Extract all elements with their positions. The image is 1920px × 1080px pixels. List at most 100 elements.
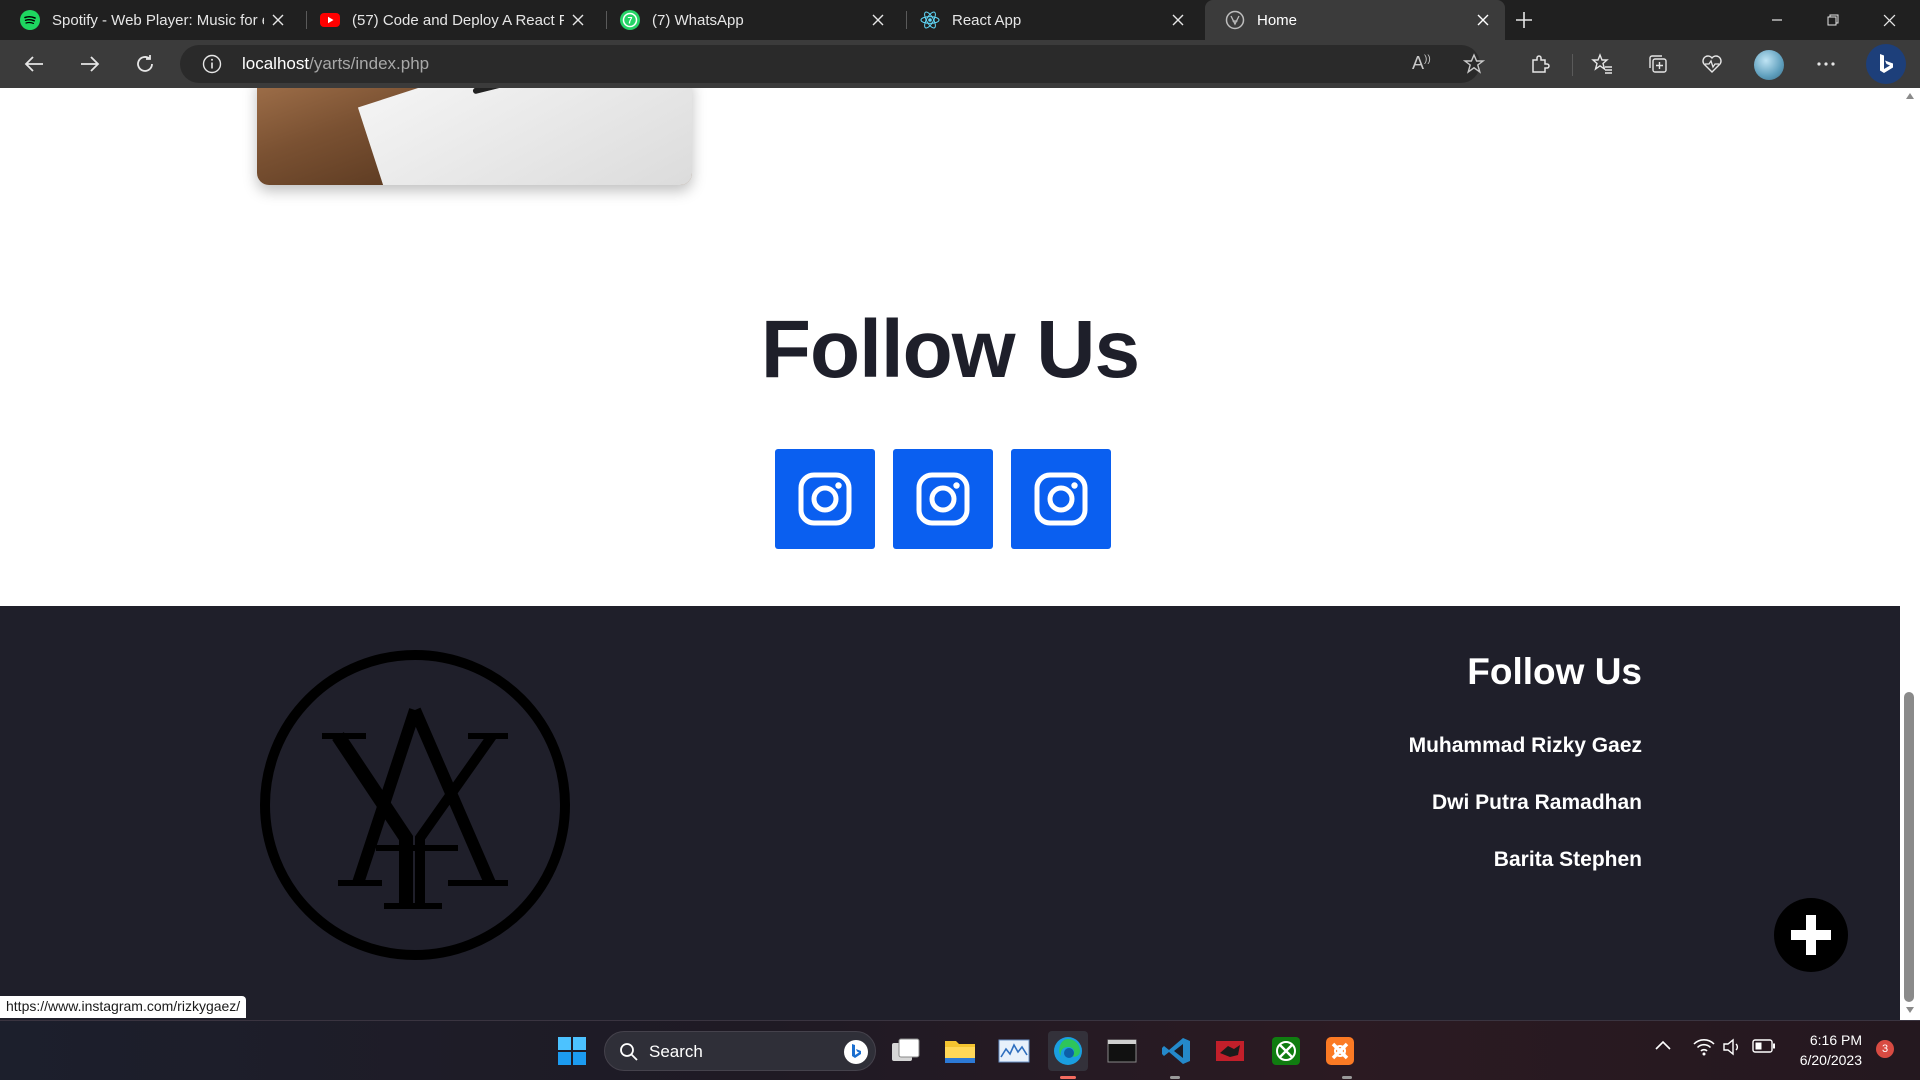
instagram-icon bbox=[916, 472, 970, 526]
vscode-icon bbox=[1162, 1038, 1190, 1064]
wifi-icon bbox=[1693, 1039, 1715, 1056]
copilot-button[interactable] bbox=[1866, 44, 1906, 84]
tab-spotify[interactable]: Spotify - Web Player: Music for e bbox=[0, 0, 300, 40]
close-tab-icon[interactable] bbox=[1164, 6, 1192, 34]
active-app-indicator bbox=[1060, 1076, 1076, 1079]
close-window-button[interactable] bbox=[1861, 0, 1917, 40]
close-tab-icon[interactable] bbox=[264, 6, 292, 34]
refresh-icon bbox=[137, 55, 153, 72]
puzzle-icon bbox=[1532, 55, 1550, 73]
network-button[interactable] bbox=[1693, 1038, 1715, 1056]
site-icon bbox=[1225, 10, 1245, 30]
address-bar[interactable]: localhost/yarts/index.php A)) bbox=[180, 45, 1485, 83]
info-icon[interactable] bbox=[202, 54, 222, 74]
instagram-link-3[interactable] bbox=[1011, 449, 1111, 549]
restore-button[interactable] bbox=[1805, 0, 1861, 40]
folder-icon bbox=[945, 1041, 975, 1063]
volume-button[interactable] bbox=[1722, 1038, 1742, 1056]
browser-toolbar: localhost/yarts/index.php A)) bbox=[0, 40, 1920, 88]
resource-monitor-button[interactable] bbox=[994, 1031, 1034, 1071]
vscode-button[interactable] bbox=[1156, 1031, 1196, 1071]
terminal-button[interactable] bbox=[1102, 1031, 1142, 1071]
plus-icon bbox=[1516, 12, 1532, 28]
url-path: /yarts/index.php bbox=[309, 54, 430, 73]
terminal-icon bbox=[1107, 1039, 1137, 1063]
xampp-icon bbox=[1326, 1037, 1354, 1065]
search-label: Search bbox=[649, 1042, 703, 1061]
link-status-url: https://www.instagram.com/rizkygaez/ bbox=[0, 996, 247, 1018]
browser-tab-strip: Spotify - Web Player: Music for e (57) C… bbox=[0, 0, 1920, 40]
profile-avatar[interactable] bbox=[1754, 50, 1784, 80]
new-tab-button[interactable] bbox=[1500, 0, 1548, 40]
close-tab-icon[interactable] bbox=[1469, 6, 1497, 34]
tab-title: Spotify - Web Player: Music for e bbox=[52, 11, 264, 29]
dbeaver-button[interactable] bbox=[1210, 1031, 1250, 1071]
battery-icon bbox=[1752, 1039, 1775, 1053]
show-hidden-icons-button[interactable] bbox=[1655, 1040, 1671, 1050]
url-text[interactable]: localhost/yarts/index.php bbox=[242, 54, 429, 74]
minimize-button[interactable] bbox=[1749, 0, 1805, 40]
tab-title: React App bbox=[952, 11, 1022, 29]
task-view-button[interactable] bbox=[886, 1031, 926, 1071]
notification-badge[interactable]: 3 bbox=[1876, 1040, 1894, 1058]
database-app-icon bbox=[1216, 1041, 1244, 1061]
edge-taskbar-button[interactable] bbox=[1048, 1031, 1088, 1071]
settings-more-button[interactable] bbox=[1806, 44, 1846, 84]
xampp-button[interactable] bbox=[1320, 1031, 1360, 1071]
footer-link-rizky[interactable]: Muhammad Rizky Gaez bbox=[1409, 734, 1642, 758]
scroll-down-icon[interactable] bbox=[1905, 1006, 1915, 1014]
taskbar-search[interactable]: Search bbox=[604, 1031, 876, 1071]
tab-home[interactable]: Home bbox=[1205, 0, 1505, 40]
close-icon bbox=[1883, 14, 1895, 26]
footer-link-dwi[interactable]: Dwi Putra Ramadhan bbox=[1432, 791, 1642, 815]
forward-button[interactable] bbox=[70, 44, 110, 84]
svg-text:7: 7 bbox=[627, 16, 632, 26]
speaker-icon bbox=[1723, 1038, 1738, 1056]
taskbar-clock[interactable]: 6:16 PM 6/20/2023 bbox=[1800, 1030, 1862, 1070]
open-app-indicator bbox=[1342, 1076, 1352, 1079]
arrow-left-icon bbox=[24, 56, 43, 72]
refresh-button[interactable] bbox=[125, 44, 165, 84]
tab-title: (7) WhatsApp bbox=[652, 11, 744, 29]
tab-youtube[interactable]: (57) Code and Deploy A React Po bbox=[300, 0, 600, 40]
task-view-icon bbox=[892, 1038, 920, 1061]
monitor-chart-icon bbox=[998, 1039, 1030, 1063]
windows-taskbar: Search 6:16 PM 6/20/2023 3 bbox=[0, 1020, 1920, 1080]
close-tab-icon[interactable] bbox=[564, 6, 592, 34]
footer-link-barita[interactable]: Barita Stephen bbox=[1494, 848, 1642, 872]
file-explorer-button[interactable] bbox=[940, 1031, 980, 1071]
whatsapp-icon: 7 bbox=[620, 10, 640, 30]
floating-add-button[interactable] bbox=[1774, 898, 1848, 972]
battery-button[interactable] bbox=[1752, 1039, 1776, 1053]
favorite-star-icon[interactable] bbox=[1463, 53, 1485, 75]
read-aloud-button[interactable]: A)) bbox=[1412, 53, 1436, 77]
collections-icon bbox=[1649, 55, 1667, 73]
scrollbar-thumb[interactable] bbox=[1904, 692, 1914, 1002]
favorites-button[interactable] bbox=[1582, 44, 1622, 84]
instagram-icon bbox=[1034, 472, 1088, 526]
browser-essentials-button[interactable] bbox=[1692, 44, 1732, 84]
tab-title: Home bbox=[1257, 11, 1298, 29]
bing-icon bbox=[844, 1040, 868, 1064]
instagram-icon bbox=[798, 472, 852, 526]
tab-whatsapp[interactable]: 7 (7) WhatsApp bbox=[600, 0, 900, 40]
back-button[interactable] bbox=[14, 44, 54, 84]
more-icon bbox=[1817, 62, 1835, 66]
scroll-up-icon[interactable] bbox=[1905, 92, 1915, 100]
tab-react-app[interactable]: React App bbox=[900, 0, 1200, 40]
close-tab-icon[interactable] bbox=[864, 6, 892, 34]
instagram-link-2[interactable] bbox=[893, 449, 993, 549]
bing-icon bbox=[1880, 54, 1893, 73]
start-button[interactable] bbox=[552, 1031, 592, 1071]
spotify-icon bbox=[20, 10, 40, 30]
extensions-button[interactable] bbox=[1520, 44, 1560, 84]
xbox-button[interactable] bbox=[1266, 1031, 1306, 1071]
collections-button[interactable] bbox=[1638, 44, 1678, 84]
youtube-icon bbox=[320, 13, 340, 27]
arrow-right-icon bbox=[81, 56, 100, 72]
restore-icon bbox=[1827, 14, 1839, 26]
instagram-link-1[interactable] bbox=[775, 449, 875, 549]
paper-sheet bbox=[357, 88, 692, 185]
windows-icon bbox=[558, 1037, 586, 1065]
chevron-up-icon bbox=[1655, 1040, 1671, 1050]
